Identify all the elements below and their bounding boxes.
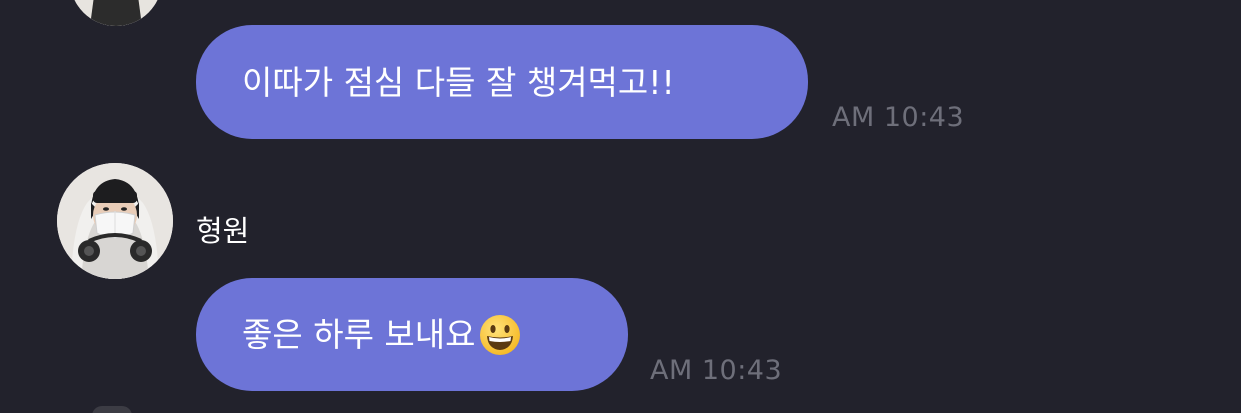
message-timestamp: AM 10:43 [650,355,783,386]
chat-message-list: 이따가 점심 다들 잘 챙겨먹고!! AM 10:43 형원 좋은 하루 보내요… [0,0,1241,413]
avatar[interactable] [70,0,162,26]
message-text: 이따가 점심 다들 잘 챙겨먹고!! [242,62,675,102]
message-timestamp: AM 10:43 [832,102,965,133]
sender-name[interactable]: 형원 [196,208,249,250]
avatar[interactable] [57,163,173,279]
message-text: 좋은 하루 보내요 [242,315,476,354]
message-bubble[interactable]: 이따가 점심 다들 잘 챙겨먹고!! [196,25,808,139]
grinning-face-icon [479,314,520,355]
message-bubble[interactable]: 좋은 하루 보내요 [196,278,628,391]
avatar[interactable] [92,406,132,413]
